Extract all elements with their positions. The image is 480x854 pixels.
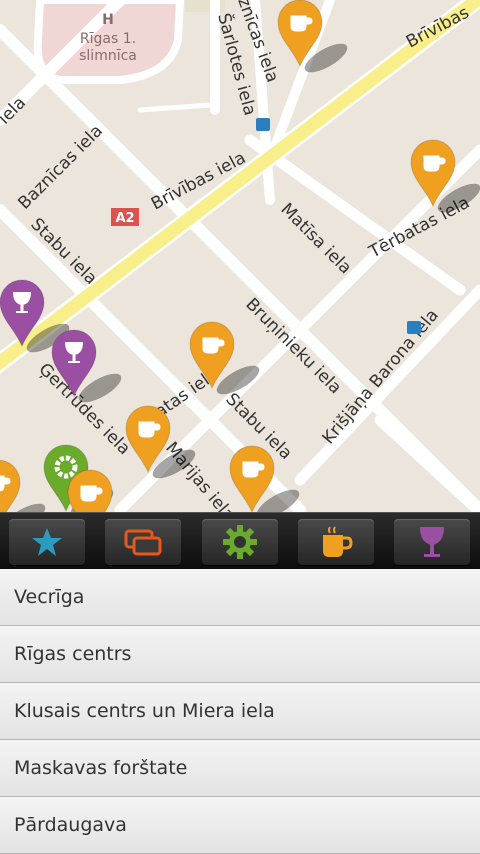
- list-item[interactable]: Pārdaugava: [0, 797, 480, 854]
- road-sign-a2-label: A2: [115, 211, 134, 226]
- cards-icon: [124, 529, 162, 556]
- list-item-label: Klusais centrs un Miera iela: [14, 700, 275, 722]
- favorites-button[interactable]: [9, 519, 85, 565]
- list-item[interactable]: Vecrīga: [0, 569, 480, 626]
- list-item[interactable]: Klusais centrs un Miera iela: [0, 683, 480, 740]
- bus-stop-icon: [407, 321, 421, 334]
- bus-stop-icon: [256, 118, 270, 131]
- map-view[interactable]: H Rīgas 1. slimnīca Brīvības iela Brīvīb…: [0, 0, 480, 512]
- cafe-marker[interactable]: [0, 459, 49, 512]
- wine-glass-icon: [420, 527, 444, 557]
- cafe-marker[interactable]: [277, 0, 351, 78]
- district-list: Vecrīga Rīgas centrs Klusais centrs un M…: [0, 569, 480, 854]
- hospital-label-line1: Rīgas 1.: [80, 31, 136, 47]
- bar-button[interactable]: [394, 519, 470, 565]
- hospital-label-line2: slimnīca: [79, 48, 137, 64]
- list-item-label: Pārdaugava: [14, 814, 127, 836]
- settings-button[interactable]: [202, 519, 278, 565]
- street-label-baznicas: Baznīcas iela: [14, 121, 107, 214]
- cafe-button[interactable]: [298, 519, 374, 565]
- street-label-bruninieku: Bruņinieku iela: [241, 294, 345, 398]
- gear-icon: [223, 525, 257, 559]
- map-canvas[interactable]: H Rīgas 1. slimnīca Brīvības iela Brīvīb…: [0, 0, 480, 512]
- category-toolbar: [0, 512, 480, 569]
- list-item-label: Vecrīga: [14, 586, 85, 608]
- street-label-brivibas-top: Brīvības: [403, 3, 473, 53]
- cards-button[interactable]: [105, 519, 181, 565]
- coffee-cup-icon: [323, 526, 353, 557]
- street-label-marijas: Marijas iela: [161, 438, 238, 512]
- cafe-marker[interactable]: [229, 445, 303, 512]
- list-item-label: Rīgas centrs: [14, 643, 132, 665]
- star-icon: [32, 528, 62, 556]
- list-item[interactable]: Maskavas forštate: [0, 740, 480, 797]
- hospital-symbol: H: [102, 12, 114, 28]
- list-item-label: Maskavas forštate: [14, 757, 188, 779]
- list-item[interactable]: Rīgas centrs: [0, 626, 480, 683]
